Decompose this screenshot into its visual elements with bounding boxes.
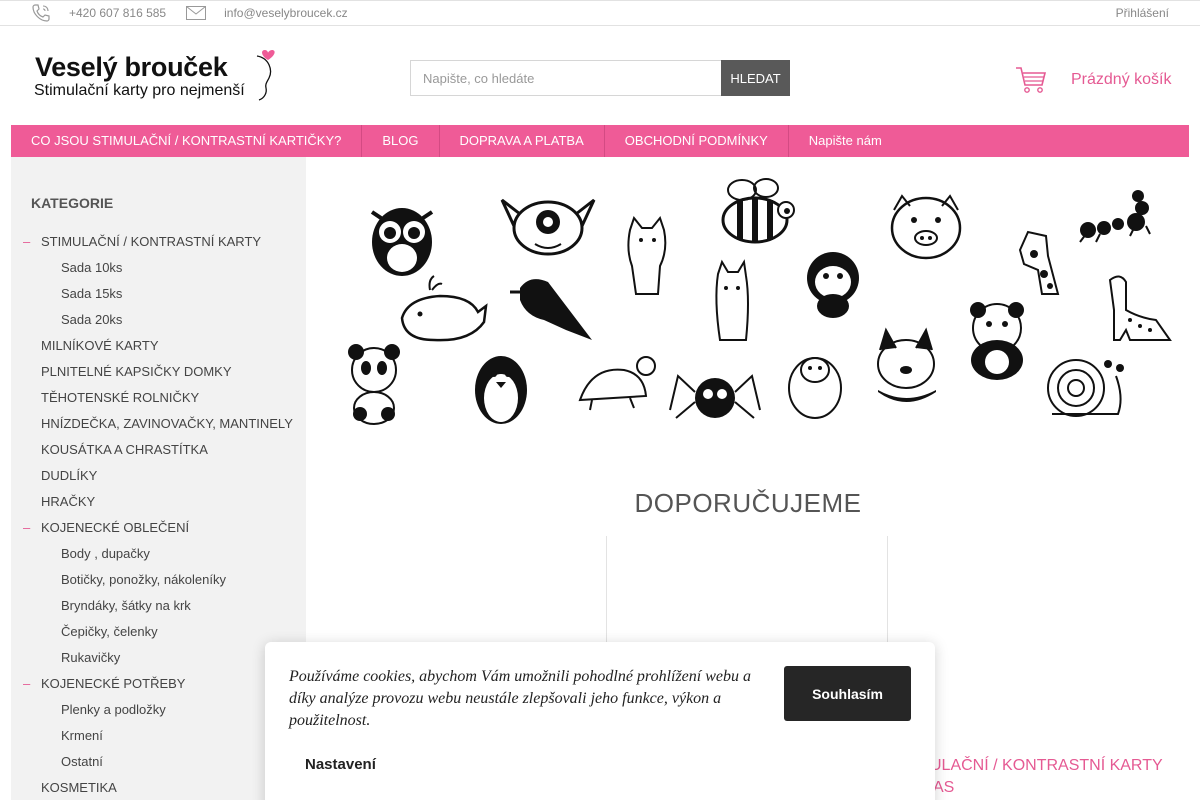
top-bar: +420 607 816 585 info@veselybroucek.cz P… (0, 0, 1200, 26)
cookie-message: Používáme cookies, abychom Vám umožnili … (289, 668, 751, 729)
sidebar-item-label: STIMULAČNÍ / KONTRASTNÍ KARTY (41, 234, 262, 249)
sidebar-item-baby-clothes[interactable]: – KOJENECKÉ OBLEČENÍ (23, 520, 190, 535)
bee-illustration (721, 178, 795, 244)
cookie-settings-link[interactable]: Nastavení (305, 756, 376, 773)
product-title-line: ULAČNÍ / KONTRASTNÍ KARTY (930, 757, 1163, 774)
main-navigation: CO JSOU STIMULAČNÍ / KONTRASTNÍ KARTIČKY… (11, 125, 1189, 157)
giraffe-illustration (1018, 230, 1060, 295)
sidebar-item-gloves[interactable]: Rukavičky (61, 650, 120, 665)
spider-illustration (669, 374, 761, 419)
sheep-illustration (788, 357, 842, 419)
nav-item-what-are-cards[interactable]: CO JSOU STIMULAČNÍ / KONTRASTNÍ KARTIČKY… (11, 125, 363, 157)
sidebar-item-feeding[interactable]: Krmení (61, 728, 103, 743)
bear-illustration (970, 302, 1024, 380)
sidebar-item-nests[interactable]: HNÍZDEČKA, ZAVINOVAČKY, MANTINELY (41, 416, 293, 431)
email-contact[interactable]: info@veselybroucek.cz (186, 6, 348, 20)
sidebar-item-other[interactable]: Ostatní (61, 754, 103, 769)
sidebar-item-set-10[interactable]: Sada 10ks (61, 260, 122, 275)
sidebar-item-baby-supplies[interactable]: – KOJENECKÉ POTŘEBY (23, 676, 186, 691)
sidebar-item-diapers[interactable]: Plenky a podložky (61, 702, 166, 717)
login-link[interactable]: Přihlášení (1116, 6, 1169, 20)
sidebar-item-pregnancy-bells[interactable]: TĚHOTENSKÉ ROLNIČKY (41, 390, 199, 405)
cookie-agree-button[interactable]: Souhlasím (784, 666, 911, 721)
phone-number: +420 607 816 585 (69, 6, 167, 20)
search-button[interactable]: HLEDAT (721, 60, 790, 96)
sidebar-item-pacifiers[interactable]: DUDLÍKY (41, 468, 97, 483)
section-title-recommended: DOPORUČUJEME (634, 488, 862, 518)
search-input[interactable] (410, 60, 721, 96)
pig-illustration (890, 194, 962, 260)
product-title-link[interactable]: ULAČNÍ / KONTRASTNÍ KARTY AS (900, 755, 1163, 799)
sidebar-item-toys[interactable]: HRAČKY (41, 494, 95, 509)
nav-item-blog[interactable]: BLOG (362, 125, 440, 157)
llama-illustration (715, 259, 749, 341)
search-bar: HLEDAT (410, 60, 790, 96)
ants-illustration (1079, 190, 1151, 243)
snail-illustration (1047, 359, 1124, 417)
email-address: info@veselybroucek.cz (224, 6, 348, 20)
sidebar-item-bibs[interactable]: Bryndáky, šátky na krk (61, 598, 191, 613)
site-logo[interactable]: Veselý brouček Stimulační karty pro nejm… (33, 48, 288, 112)
sidebar-item-shoes-socks[interactable]: Botičky, ponožky, nákoleníky (61, 572, 226, 587)
penguin-illustration (475, 356, 527, 424)
cat-illustration (627, 215, 667, 295)
expanded-marker: – (23, 676, 31, 691)
category-sidebar: KATEGORIE – STIMULAČNÍ / KONTRASTNÍ KARTY… (11, 157, 306, 800)
logo-subtitle: Stimulační karty pro nejmenší (34, 82, 245, 99)
header: Veselý brouček Stimulační karty pro nejm… (0, 26, 1200, 124)
sidebar-item-teethers[interactable]: KOUSÁTKA A CHRASTÍTKA (41, 442, 208, 457)
whale-illustration (400, 275, 488, 342)
sidebar-item-cosmetics[interactable]: KOSMETIKA (41, 780, 117, 795)
sidebar-item-label: KOJENECKÉ OBLEČENÍ (41, 520, 190, 535)
phone-icon (32, 4, 50, 22)
sidebar-title: KATEGORIE (31, 195, 114, 211)
nav-item-shipping[interactable]: DOPRAVA A PLATBA (440, 125, 605, 157)
sidebar-item-hats[interactable]: Čepičky, čelenky (61, 624, 158, 639)
nav-item-terms[interactable]: OBCHODNÍ PODMÍNKY (605, 125, 789, 157)
cookie-consent-dialog: Používáme cookies, abychom Vám umožnili … (265, 642, 935, 800)
sidebar-item-stimulation-cards[interactable]: – STIMULAČNÍ / KONTRASTNÍ KARTY (23, 234, 262, 249)
mail-icon (186, 6, 207, 20)
owl-illustration (370, 208, 434, 276)
product-title-line: AS (933, 779, 955, 796)
nav-item-contact[interactable]: Napište nám (789, 125, 902, 157)
cart[interactable]: Prázdný košík (1015, 66, 1171, 94)
turtle-illustration (578, 356, 656, 411)
monster-illustration (500, 198, 596, 256)
hero-banner-animals[interactable] (330, 170, 1180, 435)
cart-status: Prázdný košík (1071, 71, 1172, 88)
expanded-marker: – (23, 520, 31, 535)
dog-illustration (877, 327, 936, 402)
bird-illustration (510, 279, 592, 340)
sidebar-item-pockets[interactable]: PLNITELNÉ KAPSIČKY DOMKY (41, 364, 232, 379)
sidebar-item-bodysuits[interactable]: Body , dupačky (61, 546, 150, 561)
sidebar-item-set-15[interactable]: Sada 15ks (61, 286, 122, 301)
dinosaur-illustration (1108, 275, 1172, 341)
monkey-illustration (807, 252, 859, 318)
sidebar-item-label: KOJENECKÉ POTŘEBY (41, 676, 186, 691)
panda-illustration (348, 344, 400, 425)
cart-icon (1016, 67, 1047, 93)
sidebar-item-milestone-cards[interactable]: MILNÍKOVÉ KARTY (41, 338, 159, 353)
phone-contact[interactable]: +420 607 816 585 (31, 3, 166, 23)
heart-logo-icon (256, 50, 275, 101)
expanded-marker: – (23, 234, 31, 249)
logo-title: Veselý brouček (35, 52, 228, 82)
sidebar-item-set-20[interactable]: Sada 20ks (61, 312, 122, 327)
